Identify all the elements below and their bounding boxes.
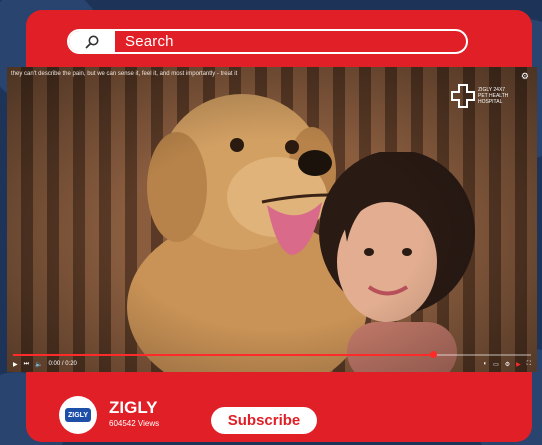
youtube-icon[interactable]: ▶ bbox=[516, 361, 521, 368]
progress-bar[interactable] bbox=[13, 351, 531, 358]
play-icon[interactable]: ▶ bbox=[13, 361, 18, 368]
channel-views: 604542 Views bbox=[109, 419, 160, 428]
subscribe-button[interactable]: Subscribe bbox=[211, 407, 317, 434]
brand-watermark: ZIGLY 24X7 PET HEALTH HOSPITAL bbox=[451, 81, 521, 111]
brand-line-3: HOSPITAL bbox=[478, 99, 503, 105]
search-bar[interactable]: Search bbox=[67, 29, 468, 54]
video-caption: they can't describe the pain, but we can… bbox=[11, 71, 238, 77]
gear-icon[interactable]: ⚙ bbox=[521, 71, 529, 82]
fullscreen-icon[interactable]: ⛶ bbox=[527, 361, 531, 368]
video-vignette bbox=[7, 67, 537, 372]
time-display: 0:00 / 0:20 bbox=[48, 361, 77, 367]
settings-icon[interactable]: ⚙ bbox=[505, 361, 510, 368]
search-placeholder: Search bbox=[125, 33, 174, 50]
captions-icon[interactable]: ▭ bbox=[493, 361, 499, 368]
medical-cross-icon bbox=[451, 84, 475, 108]
channel-avatar[interactable]: ZIGLY bbox=[59, 396, 97, 434]
video-player[interactable]: they can't describe the pain, but we can… bbox=[7, 67, 537, 372]
player-controls: ▶ ⏭ 🔈 0:00 / 0:20 ◐ ▭ ⚙ ▶ ⛶ bbox=[13, 359, 531, 369]
channel-name[interactable]: ZIGLY bbox=[109, 398, 158, 418]
next-icon[interactable]: ⏭ bbox=[24, 361, 29, 368]
channel-logo-text: ZIGLY bbox=[65, 408, 91, 422]
progress-fill bbox=[13, 354, 433, 356]
search-icon[interactable] bbox=[69, 31, 115, 52]
autoplay-toggle-icon[interactable]: ◐ bbox=[483, 361, 487, 367]
volume-icon[interactable]: 🔈 bbox=[35, 361, 42, 368]
progress-handle[interactable] bbox=[429, 351, 437, 358]
